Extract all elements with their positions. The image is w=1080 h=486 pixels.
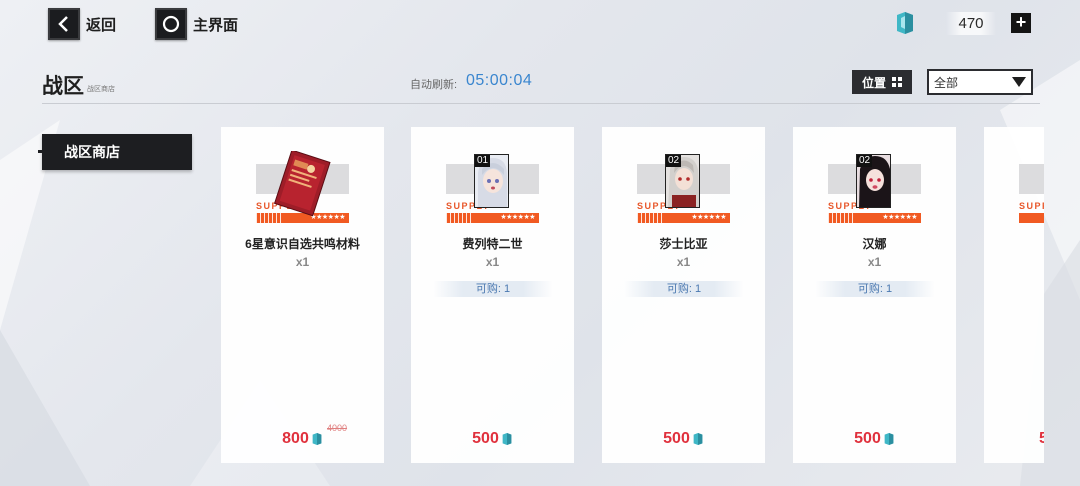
crystal-icon bbox=[884, 433, 894, 445]
purchase-limit: 可购: 1 bbox=[624, 281, 744, 297]
grid-icon bbox=[892, 77, 902, 87]
rarity-stars: ★★★★★★ bbox=[691, 214, 726, 221]
currency-display: 470 bbox=[894, 10, 996, 36]
shop-item-card[interactable]: SUPPLY ★★★★★★ 6星意识自选共鸣材料 x1 800 4000 bbox=[221, 127, 384, 463]
currency-value: 470 bbox=[946, 11, 996, 35]
rarity-bar: ★★★★★★ bbox=[446, 213, 539, 223]
item-name: 6星意识自选共鸣材料 bbox=[245, 237, 360, 251]
supply-label: SUPPLY bbox=[1019, 201, 1044, 211]
rarity-bar: ★★★★★★ bbox=[828, 213, 921, 223]
chevron-left-icon bbox=[48, 8, 80, 40]
original-price: 4000 bbox=[327, 423, 348, 433]
header-divider bbox=[42, 103, 1040, 104]
item-quantity: x1 bbox=[485, 255, 500, 269]
home-button[interactable]: 主界面 bbox=[155, 8, 238, 40]
circle-home-icon bbox=[155, 8, 187, 40]
filter-value: 全部 bbox=[934, 75, 959, 90]
item-price: 800 bbox=[221, 430, 384, 448]
sidebar-item-zone-shop[interactable]: 战区商店 bbox=[38, 134, 192, 170]
rarity-stars: ★★★★★★ bbox=[500, 214, 535, 221]
shop-item-card[interactable]: SUPPLY 5 bbox=[984, 127, 1044, 463]
page-title: 战区 bbox=[42, 75, 84, 98]
resonance-book-icon bbox=[273, 151, 331, 217]
item-price: 500 bbox=[793, 430, 956, 448]
item-price: 500 bbox=[602, 430, 765, 448]
purchase-limit: 可购: 1 bbox=[815, 281, 935, 297]
add-currency-button[interactable]: + bbox=[1011, 13, 1031, 33]
price-value: 500 bbox=[854, 430, 881, 447]
home-label: 主界面 bbox=[193, 16, 239, 34]
rarity-bar bbox=[1019, 213, 1044, 223]
rarity-stars: ★★★★★★ bbox=[882, 214, 917, 221]
item-quantity: x1 bbox=[676, 255, 691, 269]
shop-item-card[interactable]: SUPPLY ★★★★★★ 01 费列特二世 x1 可购: 1 500 bbox=[411, 127, 574, 463]
filter-dropdown[interactable]: 全部 bbox=[927, 69, 1033, 95]
price-value: 5 bbox=[1039, 430, 1044, 447]
price-value: 800 bbox=[282, 430, 309, 447]
sidebar-item-label: 战区商店 bbox=[64, 144, 120, 160]
character-portrait: 02 bbox=[665, 154, 700, 208]
item-name: 汉娜 bbox=[862, 237, 887, 251]
position-button[interactable]: 位置 bbox=[852, 70, 912, 94]
page-subtitle: 战区商店 bbox=[87, 86, 115, 93]
price-value: 500 bbox=[472, 430, 499, 447]
triangle-down-icon bbox=[1012, 77, 1026, 87]
price-value: 500 bbox=[663, 430, 690, 447]
crystal-icon bbox=[897, 12, 913, 34]
crystal-icon bbox=[502, 433, 512, 445]
item-quantity: x1 bbox=[295, 255, 310, 269]
item-name: 费列特二世 bbox=[462, 237, 523, 251]
rarity-bar: ★★★★★★ bbox=[637, 213, 730, 223]
position-label: 位置 bbox=[861, 75, 886, 90]
refresh-countdown: 05:00:04 bbox=[466, 72, 533, 89]
character-portrait: 02 bbox=[856, 154, 891, 208]
back-label: 返回 bbox=[86, 16, 117, 34]
item-quantity: x1 bbox=[867, 255, 882, 269]
character-number-badge: 02 bbox=[666, 155, 682, 167]
item-frame bbox=[1019, 164, 1044, 194]
shop-item-card[interactable]: SUPPLY ★★★★★★ 02 莎士比亚 x1 可购: 1 500 bbox=[602, 127, 765, 463]
selected-indicator bbox=[38, 150, 46, 153]
refresh-label: 自动刷新: bbox=[410, 79, 458, 91]
back-button[interactable]: 返回 bbox=[48, 8, 116, 40]
character-portrait: 01 bbox=[474, 154, 509, 208]
shop-item-card[interactable]: SUPPLY ★★★★★★ 02 汉娜 x1 可购: 1 500 bbox=[793, 127, 956, 463]
character-number-badge: 01 bbox=[475, 155, 491, 167]
item-name: 莎士比亚 bbox=[659, 237, 708, 251]
crystal-icon bbox=[312, 433, 322, 445]
character-number-badge: 02 bbox=[857, 155, 873, 167]
purchase-limit: 可购: 1 bbox=[433, 281, 553, 297]
crystal-icon bbox=[693, 433, 703, 445]
item-price: 500 bbox=[411, 430, 574, 448]
